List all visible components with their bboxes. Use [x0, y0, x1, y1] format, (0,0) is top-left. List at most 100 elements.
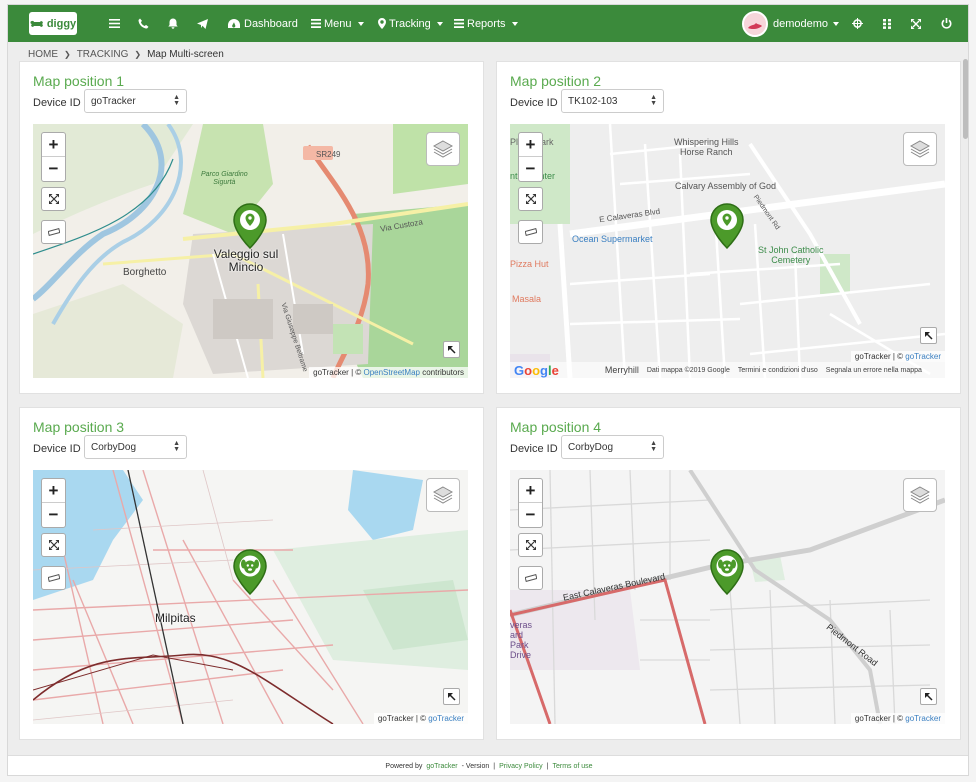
power-icon[interactable]: [941, 5, 952, 42]
attribution-text: contributors: [419, 368, 464, 377]
park-label: veras ard Park Drive: [510, 620, 533, 660]
map-view[interactable]: Plaza Park ntro Center Whispering Hills …: [510, 124, 945, 378]
hamburger-icon[interactable]: [109, 5, 120, 42]
bell-icon[interactable]: [168, 5, 178, 42]
device-id-select[interactable]: CorbyDog ▲ ▼: [84, 435, 187, 459]
nav-dashboard[interactable]: Dashboard: [228, 5, 298, 42]
breadcrumb-current: Map Multi-screen: [147, 48, 224, 60]
fullscreen-button[interactable]: [41, 533, 66, 557]
layers-button[interactable]: [426, 478, 460, 512]
phone-icon[interactable]: [138, 5, 149, 42]
map-view[interactable]: East Calaveras Boulevard Piedmont Road v…: [510, 470, 945, 724]
logo[interactable]: diggy: [29, 12, 77, 35]
resize-button[interactable]: [443, 341, 460, 358]
select-arrows-icon: ▲ ▼: [173, 440, 180, 453]
zoom-in-button[interactable]: +: [519, 479, 542, 503]
grid-icon[interactable]: [883, 5, 891, 42]
zoom-out-button[interactable]: −: [42, 503, 65, 527]
zoom-out-button[interactable]: −: [519, 503, 542, 527]
send-icon[interactable]: [197, 5, 208, 42]
map-view[interactable]: Milpitas + − goTracker | © goTracker: [33, 470, 468, 724]
chevron-right-icon: ❯: [64, 49, 71, 59]
layers-icon: [433, 140, 453, 158]
dog-pin-icon[interactable]: [232, 549, 268, 595]
attribution-link[interactable]: goTracker: [428, 714, 464, 723]
device-id-select[interactable]: TK102-103 ▲ ▼: [561, 89, 664, 113]
attribution-link[interactable]: goTracker: [905, 714, 941, 723]
device-select-value: CorbyDog: [568, 441, 614, 453]
zoom-out-button[interactable]: −: [42, 157, 65, 181]
map-panel-1: Map position 1 Device ID goTracker ▲ ▼ S…: [19, 61, 484, 394]
terms-link[interactable]: Termini e condizioni d'uso: [738, 367, 818, 374]
terms-of-use-link[interactable]: Terms of use: [553, 763, 593, 770]
attribution-text: goTracker | ©: [854, 352, 906, 361]
nav-menu[interactable]: Menu: [311, 5, 364, 42]
arrow-expand-icon: [925, 693, 933, 701]
privacy-policy-link[interactable]: Privacy Policy: [499, 763, 543, 770]
scrollbar[interactable]: [963, 59, 968, 139]
map-panel-2: Map position 2 Device ID TK102-103 ▲▼ Pla…: [496, 61, 961, 394]
city-label: Milpitas: [155, 611, 196, 625]
fullscreen-button[interactable]: [518, 187, 543, 211]
measure-button[interactable]: [518, 220, 543, 244]
nav-reports[interactable]: Reports: [454, 5, 518, 42]
map-view[interactable]: SR249 Via Custoza Via Giuseppe Beltrame …: [33, 124, 468, 378]
layers-button[interactable]: [903, 132, 937, 166]
panel-title: Map position 4: [510, 419, 602, 435]
nav-menu-label: Menu: [324, 17, 352, 30]
report-link[interactable]: Segnala un errore nella mappa: [826, 367, 922, 374]
layers-button[interactable]: [426, 132, 460, 166]
map-attribution: goTracker | © goTracker: [850, 713, 945, 724]
footer: Powered by goTracker - Version | Privacy…: [8, 755, 968, 775]
park-label: Parco Giardino Sigurtà: [201, 171, 248, 186]
device-select-value: CorbyDog: [91, 441, 137, 453]
resize-button[interactable]: [920, 327, 937, 344]
zoom-in-button[interactable]: +: [42, 479, 65, 503]
zoom-out-button[interactable]: −: [519, 157, 542, 181]
expand-icon: [525, 194, 536, 204]
panel-title: Map position 2: [510, 73, 602, 89]
panel-title: Map position 3: [33, 419, 125, 435]
device-select-value: TK102-103: [568, 95, 618, 107]
resize-button[interactable]: [920, 688, 937, 705]
ruler-icon: [524, 574, 537, 582]
crosshair-icon[interactable]: [852, 5, 863, 42]
dog-pin-icon[interactable]: [709, 549, 745, 595]
measure-button[interactable]: [518, 566, 543, 590]
expand-icon: [48, 540, 59, 550]
avatar[interactable]: [742, 11, 768, 37]
footer-separator: |: [546, 763, 549, 770]
layers-button[interactable]: [903, 478, 937, 512]
device-id-select[interactable]: CorbyDog ▲ ▼: [561, 435, 664, 459]
top-navbar: diggy Dashboard Menu Tracking Reports de…: [8, 5, 968, 42]
breadcrumb-tracking[interactable]: TRACKING: [77, 49, 129, 60]
ruler-icon: [47, 574, 60, 582]
breadcrumb-home[interactable]: HOME: [28, 49, 58, 60]
device-id-select[interactable]: goTracker ▲ ▼: [84, 89, 187, 113]
fullscreen-button[interactable]: [518, 533, 543, 557]
user-menu[interactable]: demodemo: [773, 5, 840, 42]
attribution-link[interactable]: goTracker: [905, 352, 941, 361]
resize-button[interactable]: [443, 688, 460, 705]
map-pin-icon[interactable]: [709, 203, 745, 249]
map-pin-icon[interactable]: [232, 203, 268, 249]
cemetery-label: St John Catholic Cemetery: [758, 245, 824, 265]
fullscreen-button[interactable]: [41, 187, 66, 211]
zoom-in-button[interactable]: +: [519, 133, 542, 157]
logo-text: diggy: [46, 17, 77, 30]
measure-button[interactable]: [41, 220, 66, 244]
attribution-text: goTracker | ©: [854, 714, 906, 723]
measure-button[interactable]: [41, 566, 66, 590]
device-id-label: Device ID: [510, 97, 558, 109]
device-select-value: goTracker: [91, 95, 136, 107]
zoom-in-button[interactable]: +: [42, 133, 65, 157]
breadcrumb: HOME ❯ TRACKING ❯ Map Multi-screen: [28, 46, 224, 62]
layers-icon: [910, 486, 930, 504]
footer-brand-link[interactable]: goTracker: [426, 763, 457, 770]
fullscreen-icon[interactable]: [911, 5, 921, 42]
layers-icon: [910, 140, 930, 158]
attribution-link[interactable]: OpenStreetMap: [363, 368, 419, 377]
nav-tracking[interactable]: Tracking: [378, 5, 443, 42]
panel-title: Map position 1: [33, 73, 125, 89]
map-attribution: goTracker | © goTracker: [373, 713, 468, 724]
